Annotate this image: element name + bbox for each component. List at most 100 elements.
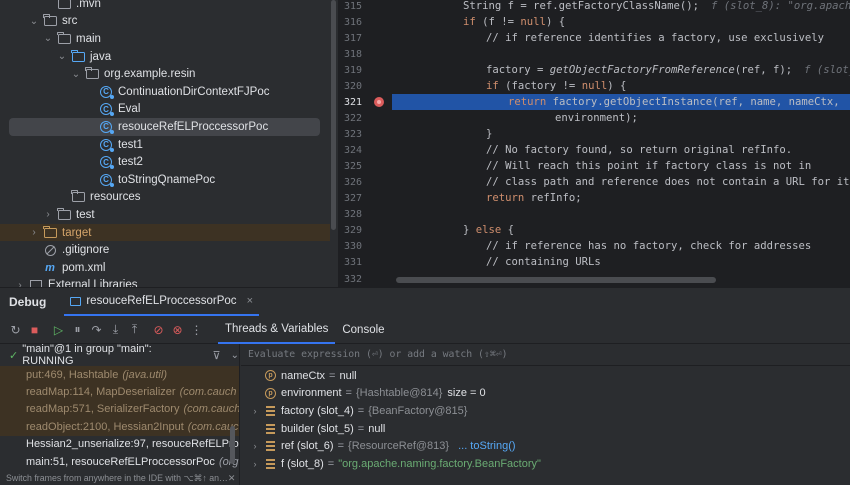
tree-item[interactable]: ⌄ java (0, 48, 330, 66)
execution-point-line-321[interactable]: return factory.getObjectInstance(ref, na… (392, 94, 850, 111)
chevron-right-icon[interactable]: › (42, 209, 54, 220)
chevron-down-icon[interactable]: ⌄ (56, 51, 68, 62)
tree-item[interactable]: resources (0, 189, 330, 207)
chevron-right-icon[interactable]: › (249, 406, 261, 416)
code-line-323[interactable]: 323 } (338, 126, 850, 142)
variable-row[interactable]: p environment = {Hashtable@814} size = 0 (241, 385, 850, 403)
inline-value-hint: f (slot_8): "org.apache.nami (711, 0, 850, 13)
chevron-right-icon[interactable]: › (14, 280, 26, 287)
variable-name: factory (slot_4) (281, 404, 354, 417)
code-line-317[interactable]: 317 // if reference identifies a factory… (338, 30, 850, 46)
code-line-326[interactable]: 326 // class path and reference does not… (338, 174, 850, 190)
tree-item[interactable]: .mvn (0, 0, 330, 13)
mute-breakpoints-icon[interactable]: ⊗ (168, 320, 187, 339)
close-icon[interactable]: ✕ (228, 473, 236, 484)
evaluate-expression-input[interactable] (248, 349, 568, 360)
code-line-316[interactable]: 316 if (f != null) { (338, 14, 850, 30)
filter-icon[interactable]: ⊽ (213, 349, 221, 362)
resume-icon[interactable]: ▷ (49, 320, 68, 339)
stack-frame[interactable]: put:469, Hashtable (java.util) (0, 366, 239, 384)
close-icon[interactable]: × (247, 295, 253, 307)
to-string-link[interactable]: ... toString() (458, 440, 515, 452)
chevron-down-icon[interactable]: ⌄ (70, 69, 82, 80)
code-line-318[interactable]: 318 (338, 46, 850, 62)
code-line-320[interactable]: 320 if (factory != null) { (338, 78, 850, 94)
evaluate-expression-bar[interactable] (241, 344, 850, 366)
chevron-right-icon[interactable]: › (28, 227, 40, 238)
line-number: 327 (343, 192, 362, 204)
chevron-down-icon[interactable]: ⌄ (28, 16, 40, 27)
stack-frame[interactable]: readMap:571, SerializerFactory (com.cauch (0, 400, 239, 419)
tree-item[interactable]: .gitignore (0, 241, 330, 259)
step-over-icon[interactable]: ↷ (87, 320, 106, 339)
rerun-icon[interactable]: ↻ (6, 320, 25, 339)
stop-icon[interactable]: ■ (25, 320, 44, 339)
code-line-330[interactable]: 330 // if reference has no factory, chec… (338, 238, 850, 254)
tree-item[interactable]: C Eval (0, 101, 330, 119)
code-line-322[interactable]: 322 environment); (338, 110, 850, 126)
tree-item[interactable]: › test (0, 206, 330, 224)
line-number: 332 (343, 273, 362, 285)
variable-row[interactable]: › ref (slot_6) = {ResourceRef@813} ... toStr… (241, 437, 850, 455)
code-text: String f = ref.getFactoryClassName(); (463, 0, 699, 13)
tree-item[interactable]: Ctest1 (0, 136, 330, 154)
gutter-321[interactable]: 321 (338, 94, 392, 110)
chevron-down-icon[interactable]: ⌄ (231, 350, 239, 361)
code-line-325[interactable]: 325 // Will reach this point if factory … (338, 158, 850, 174)
code-line-331[interactable]: 331 // containing URLs (338, 254, 850, 270)
frames-list: put:469, Hashtable (java.util) readMap:114… (0, 366, 240, 471)
tree-item-label: Eval (118, 103, 141, 116)
code-line-328[interactable]: 328 (338, 206, 850, 222)
editor-horizontal-scrollbar[interactable] (396, 277, 716, 283)
code-line-319[interactable]: 319 factory = getObjectFactoryFromRefere… (338, 62, 850, 78)
more-icon[interactable]: ⋮ (187, 320, 206, 339)
tab-threads-variables[interactable]: Threads & Variables (218, 316, 336, 344)
variable-name: builder (slot_5) (281, 422, 354, 435)
code-line-324[interactable]: 324 // No factory found, so return origi… (338, 142, 850, 158)
pause-icon[interactable]: ⏸ (68, 320, 87, 339)
tree-item[interactable]: › External Libraries (0, 277, 330, 287)
tree-item[interactable]: › target (0, 223, 330, 242)
variable-row[interactable]: builder (slot_5) = null (241, 420, 850, 438)
tree-item[interactable]: m pom.xml (0, 259, 330, 277)
frames-scrollbar[interactable] (230, 426, 235, 464)
stack-frame[interactable]: Hessian2_unserialize:97, resouceRefELPro (0, 436, 239, 453)
variable-value: null (339, 369, 357, 382)
variable-row[interactable]: p nameCtx = null (241, 367, 850, 385)
tree-item[interactable]: ⌄ main (0, 30, 330, 48)
code-text: } (463, 224, 476, 237)
tree-item-label: ContinuationDirContextFJPoc (118, 85, 270, 98)
stack-frame[interactable]: readObject:2100, Hessian2Input (com.cauc (0, 418, 239, 436)
tab-console[interactable]: Console (335, 316, 391, 344)
tree-item[interactable]: ⌄ src (0, 13, 330, 31)
tree-item[interactable]: ⌄ org.example.resin (0, 65, 330, 83)
code-editor[interactable]: 315 String f = ref.getFactoryClassName()… (338, 0, 850, 287)
chevron-right-icon[interactable]: › (249, 441, 261, 451)
code-line-327[interactable]: 327 return refInfo; (338, 190, 850, 206)
debug-session-tab[interactable]: resouceRefELProccessorPoc × (64, 288, 259, 316)
variable-row[interactable]: › f (slot_8) = "org.apache.naming.factory.B… (241, 455, 850, 473)
view-breakpoints-icon[interactable]: ⊘ (149, 320, 168, 339)
variable-name: ref (slot_6) (281, 440, 334, 453)
frame-package: (com.cauch (179, 386, 237, 399)
stack-frame[interactable]: main:51, resouceRefELProccessorPoc (org (0, 453, 239, 470)
code-line-329[interactable]: 329 } else { (338, 222, 850, 238)
chevron-down-icon[interactable]: ⌄ (42, 33, 54, 44)
tree-item[interactable]: Ctest2 (0, 153, 330, 171)
chevron-right-icon[interactable]: › (249, 459, 261, 469)
debug-header: Debug resouceRefELProccessorPoc × (0, 288, 850, 316)
tree-item[interactable]: CtoStringQnamePoc (0, 171, 330, 189)
code-line-315[interactable]: 315 String f = ref.getFactoryClassName()… (338, 0, 850, 14)
tree-item-label: resources (90, 191, 141, 204)
step-into-icon[interactable]: ⤓ (106, 320, 125, 339)
tree-item[interactable]: CresouceRefELProccessorPoc (9, 118, 320, 136)
breakpoint-icon[interactable] (374, 97, 384, 107)
project-scrollbar[interactable] (331, 0, 336, 230)
stack-frame[interactable]: readMap:114, MapDeserializer (com.cauch (0, 383, 239, 401)
variables-list: p nameCtx = null p environment = {Hashtable@814… (241, 366, 850, 485)
tree-item-label: test (76, 208, 95, 221)
thread-selector[interactable]: ✓ "main"@1 in group "main": RUNNING ⊽ ⌄ (0, 343, 240, 367)
step-out-icon[interactable]: ⤒ (125, 320, 144, 339)
variable-row[interactable]: › factory (slot_4) = {BeanFactory@815} (241, 402, 850, 420)
tree-item[interactable]: C ContinuationDirContextFJPoc (0, 83, 330, 101)
